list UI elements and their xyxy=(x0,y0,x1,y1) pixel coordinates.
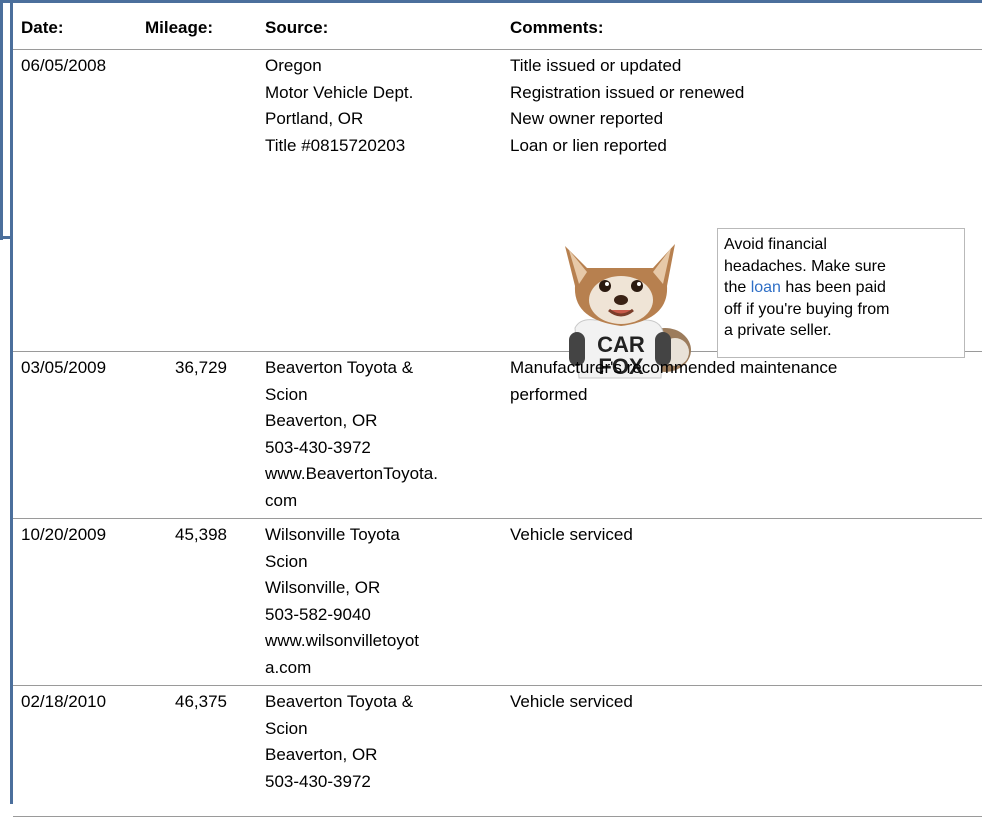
header-date: Date: xyxy=(21,18,64,37)
row-source: Oregon Motor Vehicle Dept. Portland, OR … xyxy=(265,53,413,159)
row-mileage: 46,375 xyxy=(175,692,227,711)
header-comments: Comments: xyxy=(510,18,604,37)
tip-line: Avoid financial xyxy=(724,236,827,253)
comment-line: performed xyxy=(510,384,588,404)
table-row: 06/05/2008 Oregon Motor Vehicle Dept. Po… xyxy=(13,50,982,379)
row-comments: Vehicle serviced xyxy=(510,689,633,716)
row-comments: Title issued or updated Registration iss… xyxy=(510,53,744,159)
comment-line: Registration issued or renewed xyxy=(510,82,745,102)
row-date: 03/05/2009 xyxy=(21,358,107,377)
row-mileage: 36,729 xyxy=(175,358,227,377)
source-line: com xyxy=(265,490,298,510)
tip-line: a private seller. xyxy=(724,322,832,339)
comment-line: Vehicle serviced xyxy=(510,692,633,711)
row-date: 02/18/2010 xyxy=(21,692,107,711)
source-line: a.com xyxy=(265,657,312,677)
tip-text: the xyxy=(724,279,751,296)
row-mileage: 45,398 xyxy=(175,525,227,544)
tip-text: has been paid xyxy=(780,279,886,296)
comment-line: New owner reported xyxy=(510,109,664,128)
source-line: 503-430-3972 xyxy=(265,437,371,457)
header-source: Source: xyxy=(265,18,329,37)
source-line: Wilsonville Toyota xyxy=(265,525,400,544)
comment-line: Manufacturer's recommended maintenance xyxy=(510,358,838,377)
loan-link[interactable]: loan xyxy=(751,279,781,296)
source-line: Motor Vehicle Dept. xyxy=(265,82,414,102)
source-line: Scion xyxy=(265,551,308,571)
source-line: Beaverton Toyota & xyxy=(265,692,414,711)
source-line: 503-430-3972 xyxy=(265,771,371,791)
source-line: Beaverton Toyota & xyxy=(265,358,414,377)
tip-line: off if you're buying from xyxy=(724,300,890,318)
tip-line: headaches. Make sure xyxy=(724,257,886,275)
row-source: Beaverton Toyota & Scion Beaverton, OR 5… xyxy=(265,689,413,795)
comment-line: Loan or lien reported xyxy=(510,135,667,155)
source-line: Beaverton, OR xyxy=(265,745,378,764)
tip-line: the loan has been paid xyxy=(724,277,958,299)
row-date: 06/05/2008 xyxy=(21,56,107,75)
source-line: www.wilsonvilletoyot xyxy=(265,631,419,650)
header-mileage: Mileage: xyxy=(145,18,214,37)
source-line: Portland, OR xyxy=(265,109,364,128)
source-line: Wilsonville, OR xyxy=(265,578,381,597)
comment-line: Vehicle serviced xyxy=(510,525,633,544)
row-comments: Vehicle serviced xyxy=(510,522,633,549)
frame-left-stub xyxy=(0,0,3,240)
frame-tick xyxy=(0,236,13,239)
row-source: Wilsonville Toyota Scion Wilsonville, OR… xyxy=(265,522,419,681)
row-comments: Manufacturer's recommended maintenance p… xyxy=(510,355,837,408)
row-source: Beaverton Toyota & Scion Beaverton, OR 5… xyxy=(265,355,438,514)
source-line: Oregon xyxy=(265,56,322,75)
table-row: 02/18/2010 46,375 Beaverton Toyota & Sci… xyxy=(13,686,982,817)
source-line: Title #0815720203 xyxy=(265,135,406,155)
table-row: 10/20/2009 45,398 Wilsonville Toyota Sci… xyxy=(13,519,982,686)
vehicle-history-table: Date: Mileage: Source: Comments: 06/05/2… xyxy=(13,3,982,817)
source-line: 503-582-9040 xyxy=(265,604,371,624)
source-line: www.BeavertonToyota. xyxy=(265,464,438,483)
row-date: 10/20/2009 xyxy=(21,525,107,544)
source-line: Beaverton, OR xyxy=(265,411,378,430)
table-row: 03/05/2009 36,729 Beaverton Toyota & Sci… xyxy=(13,352,982,519)
source-line: Scion xyxy=(265,384,308,404)
tip-box: Avoid financial headaches. Make sure the… xyxy=(717,228,965,358)
comment-line: Title issued or updated xyxy=(510,56,682,75)
table-header: Date: Mileage: Source: Comments: xyxy=(13,3,982,50)
source-line: Scion xyxy=(265,718,308,738)
